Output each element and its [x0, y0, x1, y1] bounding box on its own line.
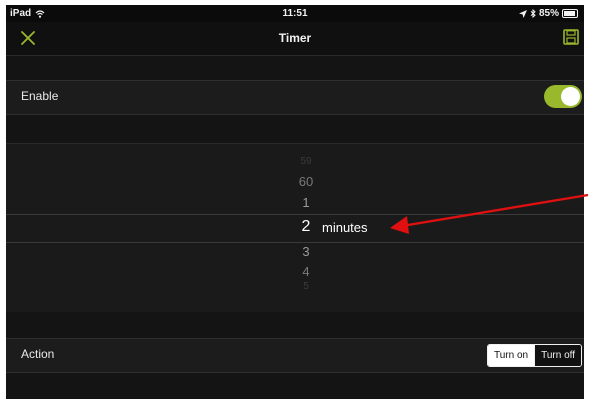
page-title: Timer	[278, 31, 312, 45]
picker-item[interactable]: 4	[286, 264, 326, 279]
save-icon[interactable]	[562, 28, 580, 46]
enable-row: Enable	[6, 80, 584, 115]
bluetooth-icon	[530, 9, 536, 18]
toggle-knob	[561, 87, 580, 106]
picker-item[interactable]: 59	[286, 156, 326, 167]
status-time: 11:51	[282, 8, 308, 19]
enable-label: Enable	[21, 89, 59, 103]
action-label: Action	[21, 347, 55, 361]
section-gap	[6, 115, 584, 143]
timer-screen: iPad 11:51 85% Timer Enable 59 60 1 2 mi…	[6, 5, 584, 399]
minutes-picker[interactable]: 59 60 1 2 minutes 3 4 5	[6, 143, 584, 313]
picker-item[interactable]: 3	[286, 244, 326, 259]
battery-icon	[562, 9, 578, 18]
picker-item[interactable]: 1	[286, 195, 326, 210]
turn-off-option[interactable]: Turn off	[534, 345, 581, 366]
battery-percent: 85%	[538, 8, 559, 19]
enable-toggle[interactable]	[544, 85, 582, 108]
section-gap	[6, 312, 584, 338]
picker-unit-label: minutes	[322, 220, 368, 235]
nav-bar: Timer	[6, 22, 584, 56]
picker-selected-value[interactable]: 2	[286, 218, 326, 236]
status-bar: iPad 11:51 85%	[6, 5, 584, 22]
picker-item[interactable]: 5	[286, 281, 326, 292]
section-gap	[6, 56, 584, 80]
picker-item[interactable]: 60	[286, 174, 326, 189]
status-right: 85%	[518, 8, 578, 19]
location-icon	[518, 9, 527, 18]
section-gap	[6, 373, 584, 399]
action-row: Action Turn on Turn off	[6, 338, 584, 373]
turn-on-option[interactable]: Turn on	[488, 345, 535, 366]
action-segmented-control[interactable]: Turn on Turn off	[487, 344, 582, 367]
